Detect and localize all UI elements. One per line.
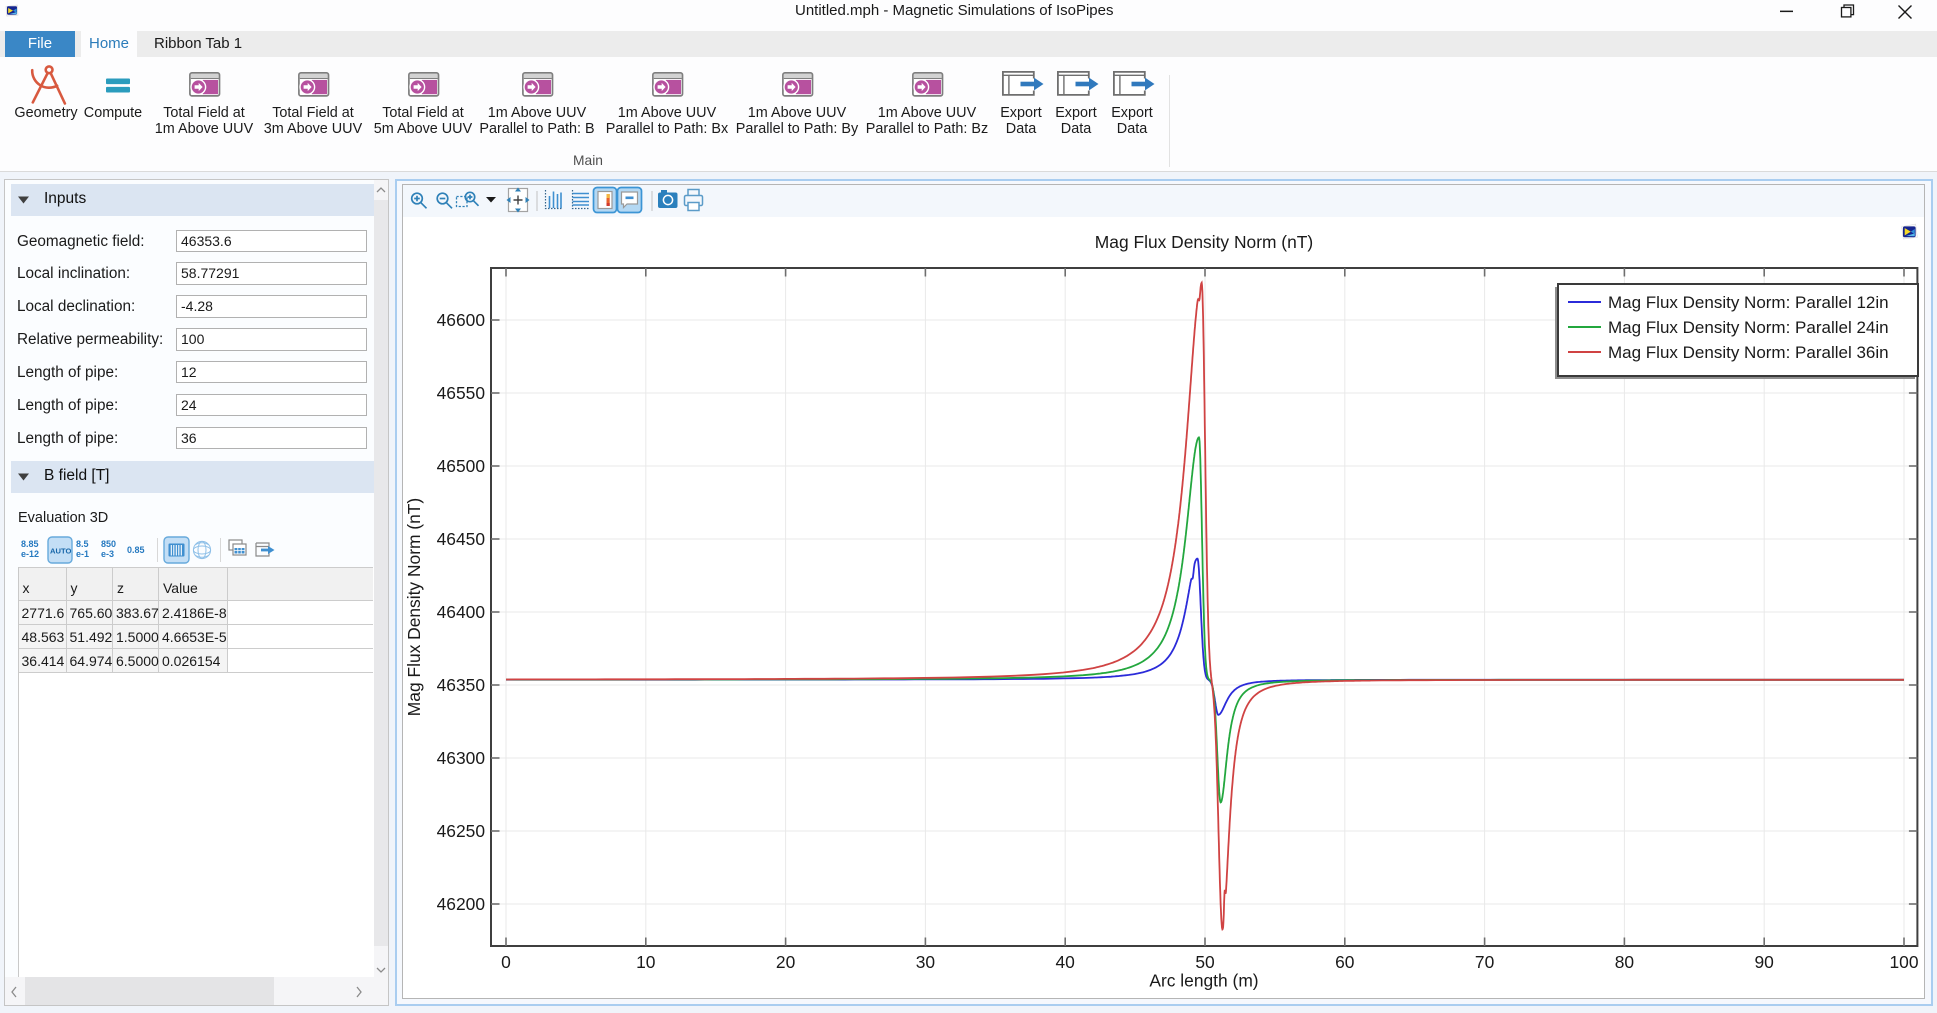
svg-text:0.85: 0.85 <box>127 545 145 555</box>
svg-text:70: 70 <box>1475 952 1494 972</box>
svg-text:20: 20 <box>776 952 795 972</box>
svg-text:Arc length (m): Arc length (m) <box>1149 971 1258 991</box>
svg-text:0: 0 <box>501 952 511 972</box>
svg-text:30: 30 <box>916 952 935 972</box>
svg-text:46450: 46450 <box>437 529 485 549</box>
svg-text:Mag Flux Density Norm (nT): Mag Flux Density Norm (nT) <box>1095 232 1313 252</box>
svg-text:60: 60 <box>1335 952 1354 972</box>
svg-text:40: 40 <box>1056 952 1075 972</box>
svg-text:46550: 46550 <box>437 383 485 403</box>
svg-text:46200: 46200 <box>437 894 485 914</box>
svg-text:Mag Flux Density Norm: Paralle: Mag Flux Density Norm: Parallel 36in <box>1608 343 1889 362</box>
svg-text:46500: 46500 <box>437 456 485 476</box>
svg-text:850: 850 <box>101 539 116 549</box>
svg-text:80: 80 <box>1615 952 1634 972</box>
svg-text:46400: 46400 <box>437 602 485 622</box>
svg-text:Mag Flux Density Norm: Paralle: Mag Flux Density Norm: Parallel 12in <box>1608 293 1889 312</box>
svg-text:100: 100 <box>1889 952 1918 972</box>
svg-text:10: 10 <box>636 952 655 972</box>
svg-text:Mag Flux Density Norm: Paralle: Mag Flux Density Norm: Parallel 24in <box>1608 318 1889 337</box>
svg-text:46600: 46600 <box>437 310 485 330</box>
svg-text:46300: 46300 <box>437 748 485 768</box>
svg-text:AUTO: AUTO <box>50 547 71 556</box>
svg-text:Mag Flux Density Norm (nT): Mag Flux Density Norm (nT) <box>404 498 424 716</box>
svg-text:e-1: e-1 <box>76 549 89 559</box>
svg-text:8.85: 8.85 <box>21 539 39 549</box>
svg-text:8.5: 8.5 <box>76 539 89 549</box>
svg-text:50: 50 <box>1195 952 1214 972</box>
svg-text:e-3: e-3 <box>101 549 114 559</box>
svg-text:e-12: e-12 <box>21 549 39 559</box>
svg-text:46250: 46250 <box>437 821 485 841</box>
svg-text:46350: 46350 <box>437 675 485 695</box>
svg-text:90: 90 <box>1755 952 1774 972</box>
